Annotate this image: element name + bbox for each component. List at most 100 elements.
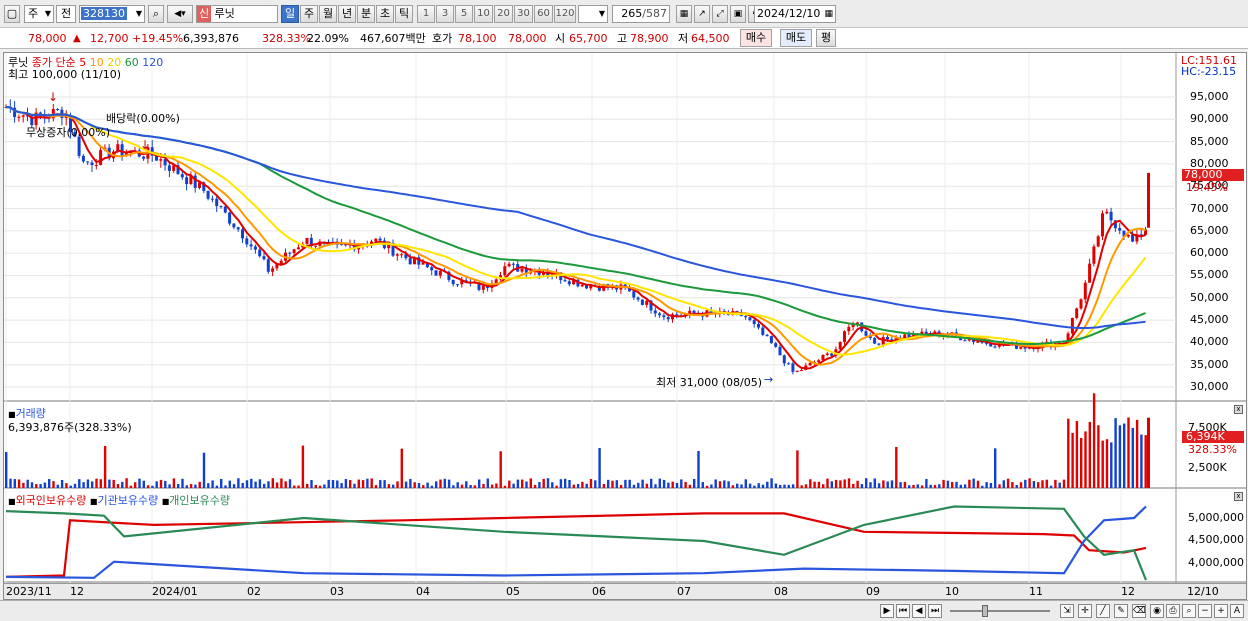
font-size-icon[interactable]: A — [1230, 604, 1244, 618]
zoom-icon[interactable]: ⤢ — [712, 5, 728, 23]
minute-60[interactable]: 60 — [534, 5, 553, 23]
minute-20[interactable]: 20 — [494, 5, 513, 23]
close-icon[interactable]: x — [1234, 405, 1243, 414]
volume-bar — [619, 484, 623, 488]
volume-bar — [662, 479, 666, 488]
volume-bar — [422, 485, 425, 488]
volume-bar — [1140, 434, 1143, 488]
period-month[interactable]: 월 — [319, 5, 337, 23]
volume-bar — [379, 480, 382, 488]
volume-bar — [658, 478, 661, 488]
ma10-line — [5, 106, 1146, 366]
code-input[interactable]: 328130 ▼ — [79, 5, 145, 23]
trash-icon[interactable]: ⌫ — [1132, 604, 1146, 618]
save-icon[interactable]: ▣ — [730, 5, 746, 23]
volume-bar — [202, 452, 206, 488]
count-field[interactable]: 265/587 — [612, 5, 670, 23]
sell-button[interactable]: 매도 — [780, 29, 812, 47]
volume-bar — [912, 484, 915, 488]
volume-bar — [903, 481, 907, 488]
date-field[interactable]: 2024/12/10 ▦ — [754, 5, 836, 23]
period-minute[interactable]: 분 — [357, 5, 375, 23]
candle-body — [963, 340, 967, 342]
last-page-icon[interactable]: ⏭ — [928, 604, 942, 618]
cursor-icon[interactable]: ↗ — [694, 5, 710, 23]
period-second[interactable]: 초 — [376, 5, 394, 23]
volume-bar — [890, 480, 894, 488]
speaker-icon[interactable]: ◀▾ — [167, 5, 193, 23]
minute-30[interactable]: 30 — [514, 5, 533, 23]
count-value: 265 — [621, 7, 643, 20]
amount: 467,607백만 — [360, 32, 426, 45]
candle-body — [795, 370, 799, 372]
volume-bar — [942, 479, 945, 488]
search-icon[interactable]: ⌕ — [148, 5, 164, 23]
price-tick: 50,000 — [1190, 290, 1229, 304]
zoom-out-icon[interactable]: − — [1198, 604, 1212, 618]
volume-bar — [306, 483, 309, 488]
candle-body — [765, 334, 769, 337]
camera-icon[interactable]: ◉ — [1150, 604, 1164, 618]
grid-icon[interactable]: ▦ — [676, 5, 692, 23]
candle-body — [249, 244, 253, 247]
volume-bar — [959, 484, 962, 488]
minute-3[interactable]: 3 — [436, 5, 454, 23]
prev-page-icon[interactable]: ◀ — [912, 604, 926, 618]
close-icon[interactable]: x — [1234, 492, 1243, 501]
volume-bar — [129, 485, 133, 488]
volume-bar — [976, 480, 980, 488]
crosshair-icon[interactable]: ✛ — [1078, 604, 1092, 618]
volume-bar — [439, 479, 442, 488]
volume-bar — [413, 482, 416, 488]
volume-bar — [404, 481, 408, 488]
period-year[interactable]: 년 — [338, 5, 356, 23]
tool-icon[interactable]: ⇲ — [1060, 604, 1074, 618]
event-arrow-down-icon: ↓ — [140, 138, 150, 152]
candle-body — [185, 177, 189, 185]
magnifier-icon[interactable]: ⌕ — [1182, 604, 1196, 618]
bid: 78,100 — [458, 32, 497, 45]
minute-120[interactable]: 120 — [554, 5, 576, 23]
volume-bar — [250, 478, 253, 488]
scroll-right-icon[interactable]: ▶ — [880, 604, 894, 618]
candle-body — [1105, 211, 1109, 214]
volume-bar — [400, 448, 403, 488]
zoom-slider-handle[interactable] — [982, 605, 988, 617]
volume-bar — [568, 480, 571, 488]
minute-custom-select[interactable]: ▼ — [578, 5, 608, 23]
buy-button[interactable]: 매수 — [740, 29, 772, 47]
name-field[interactable]: 신 루닛 — [196, 5, 278, 23]
volume-ratio: 328.33% — [262, 32, 311, 45]
minute-5[interactable]: 5 — [455, 5, 473, 23]
candle-body — [223, 206, 227, 213]
period-tick[interactable]: 틱 — [395, 5, 413, 23]
period-week[interactable]: 주 — [300, 5, 318, 23]
ma60-label: 60 — [124, 56, 139, 69]
minute-1[interactable]: 1 — [417, 5, 435, 23]
zoom-slider[interactable] — [950, 610, 1050, 612]
type-select[interactable]: 주 ▼ — [24, 5, 54, 23]
candle-body — [774, 343, 778, 347]
print-icon[interactable]: ⎙ — [1166, 604, 1180, 618]
candle-body — [645, 300, 649, 305]
line-icon[interactable]: ╱ — [1096, 604, 1110, 618]
volume-bar — [452, 485, 455, 488]
market-button[interactable]: 전 — [56, 5, 76, 23]
volume-bar — [86, 479, 90, 488]
candle-body — [666, 317, 670, 320]
volume-bar — [981, 485, 984, 488]
zoom-in-icon[interactable]: + — [1214, 604, 1228, 618]
first-page-icon[interactable]: ⏮ — [896, 604, 910, 618]
volume-bar — [1088, 421, 1091, 488]
volume-bar — [607, 479, 610, 488]
period-day[interactable]: 일 — [281, 5, 299, 23]
volume-bar — [938, 484, 941, 488]
volume-bar — [822, 484, 825, 488]
window-icon[interactable]: ▢ — [4, 5, 20, 23]
pen-icon[interactable]: ✎ — [1114, 604, 1128, 618]
chart-svg: ↓↓ — [4, 53, 1246, 583]
price-tick: 90,000 — [1190, 112, 1229, 126]
candle-body — [1101, 213, 1104, 237]
minute-10[interactable]: 10 — [474, 5, 493, 23]
avg-button[interactable]: 평 — [816, 29, 836, 47]
